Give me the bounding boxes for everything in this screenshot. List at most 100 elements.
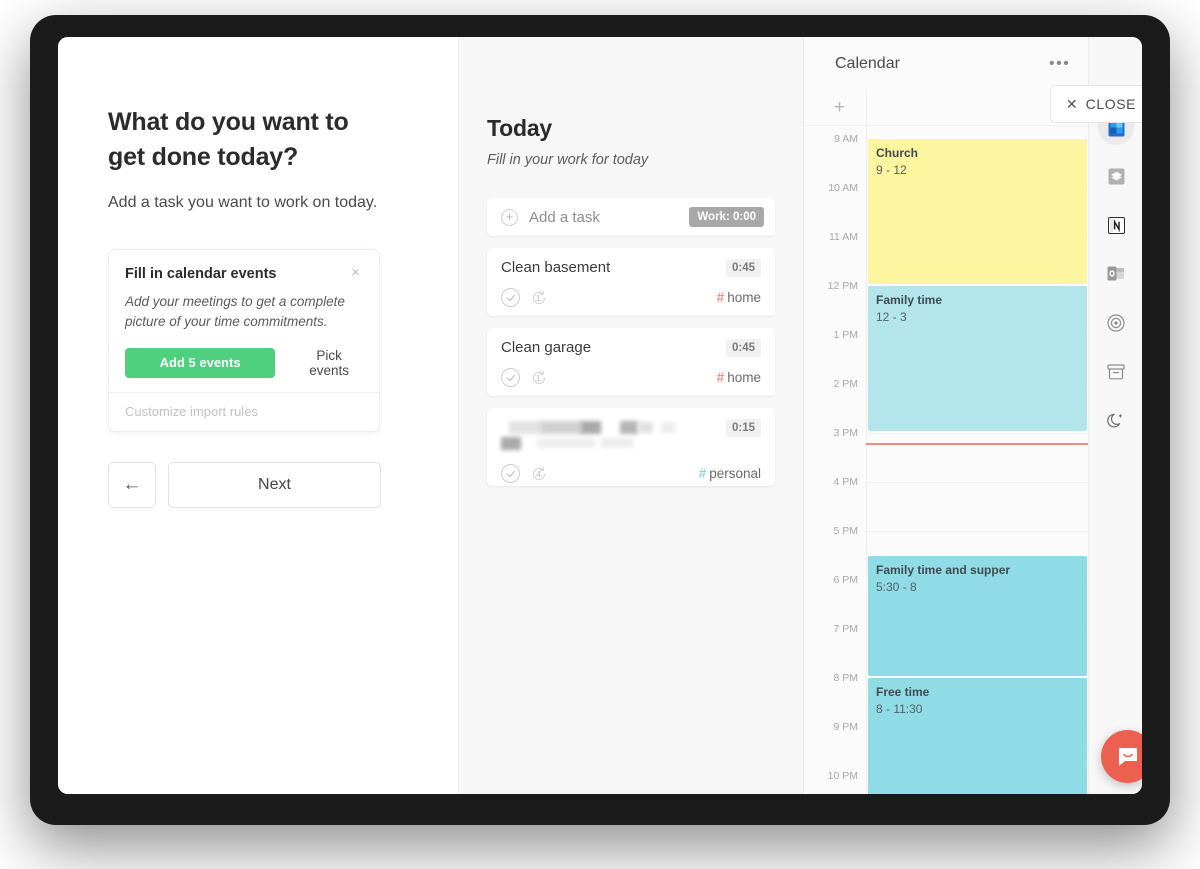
calendar-event-title: Family time and supper	[876, 562, 1011, 577]
task-meta: 1 # home	[501, 288, 761, 307]
hour-label: 10 PM	[827, 770, 858, 782]
grid-divider	[866, 126, 867, 794]
task-meta-left: 1	[501, 288, 548, 307]
task-meta-left: 4	[501, 464, 548, 483]
today-subtitle: Fill in your work for today	[487, 152, 649, 168]
svg-text:1: 1	[536, 294, 541, 303]
calendar-title: Calendar	[835, 55, 900, 72]
add-task-label: Add a task	[529, 208, 600, 226]
svg-text:4: 4	[536, 470, 541, 479]
repeat-count-icon[interactable]: 1	[530, 289, 548, 307]
calendar-grid[interactable]: 9 AM 10 AM 11 AM 12 PM 1 PM 2 PM 3 PM 4 PM 5 PM 6…	[804, 126, 1088, 794]
calendar-event-time: 8 - 11:30	[876, 702, 923, 716]
task-header: Clean basement 0:45	[501, 259, 761, 277]
task-row[interactable]: 0:15 4 # personal	[487, 408, 775, 486]
hour-label: 11 AM	[829, 231, 858, 243]
add-task-row[interactable]: + Add a task Work: 0:00	[487, 198, 775, 236]
hour-label: 5 PM	[833, 525, 858, 537]
hour-label: 6 PM	[833, 574, 858, 586]
archive-icon[interactable]	[1102, 358, 1130, 386]
hash-icon: #	[698, 466, 707, 481]
onboarding-nav: ← Next	[108, 461, 458, 508]
hash-icon: #	[716, 370, 725, 385]
hour-label: 4 PM	[833, 476, 858, 488]
calendar-event-title: Family time	[876, 293, 943, 307]
pick-events-button[interactable]: Pick events	[295, 348, 363, 378]
onboarding-panel: What do you want to get done today? Add …	[58, 37, 458, 794]
hour-label: 2 PM	[833, 378, 858, 390]
add-event-icon[interactable]: +	[834, 97, 845, 119]
layers-icon[interactable]	[1102, 162, 1130, 190]
next-button[interactable]: Next	[168, 461, 381, 508]
hour-gridline	[866, 433, 1088, 434]
close-button[interactable]: ✕ CLOSE	[1050, 85, 1142, 123]
task-duration: 0:45	[725, 259, 761, 277]
calendar-event-time: 12 - 3	[876, 310, 907, 324]
hour-label: 9 PM	[833, 721, 858, 733]
calendar-panel: Calendar ••• + 9 AM 10 AM 11 AM 12 PM 1 PM 2 …	[803, 37, 1088, 794]
hour-label: 7 PM	[833, 623, 858, 635]
import-card-actions: Add 5 events Pick events	[125, 347, 363, 378]
hour-label: 3 PM	[833, 427, 858, 439]
hour-label: 9 AM	[834, 133, 858, 145]
add-events-button[interactable]: Add 5 events	[125, 347, 276, 378]
app-window: What do you want to get done today? Add …	[58, 37, 1142, 794]
import-card-title: Fill in calendar events	[125, 266, 277, 282]
hour-label: 12 PM	[827, 280, 858, 292]
integrations-rail	[1088, 37, 1142, 794]
repeat-count-icon[interactable]: 4	[530, 465, 548, 483]
add-task-left: + Add a task	[501, 208, 600, 226]
close-button-label: CLOSE	[1085, 96, 1137, 112]
task-title-redacted	[501, 419, 701, 450]
outlook-icon[interactable]	[1102, 260, 1130, 288]
close-icon: ✕	[1065, 95, 1078, 112]
hour-label: 10 AM	[828, 182, 858, 194]
page-subtitle: Add a task you want to work on today.	[108, 194, 378, 211]
hash-icon: #	[716, 290, 725, 305]
calendar-event[interactable]: Free time 8 - 11:30	[868, 678, 1087, 794]
today-panel: Today Fill in your work for today + Add …	[458, 37, 803, 794]
calendar-event-time: 9 - 12	[876, 163, 907, 177]
calendar-add-row: +	[804, 89, 1088, 126]
task-row[interactable]: Clean garage 0:45 1 # home	[487, 328, 775, 396]
task-title: Clean basement	[501, 259, 611, 276]
task-tag[interactable]: # personal	[699, 466, 761, 481]
task-tag[interactable]: # home	[717, 290, 761, 305]
task-header: 0:15	[501, 419, 761, 450]
check-circle-icon[interactable]	[501, 464, 520, 483]
calendar-event[interactable]: Family time and supper 5:30 - 8	[868, 555, 1087, 676]
task-title: Clean garage	[501, 339, 592, 356]
more-options-icon[interactable]: •••	[1049, 55, 1070, 73]
task-tag[interactable]: # home	[717, 370, 761, 385]
back-button[interactable]: ←	[108, 461, 156, 508]
task-tag-label: personal	[709, 466, 761, 481]
repeat-count-icon[interactable]: 1	[530, 369, 548, 387]
moon-icon[interactable]	[1102, 407, 1130, 435]
calendar-header: Calendar •••	[804, 37, 1088, 89]
calendar-event-time: 5:30 - 8	[876, 579, 917, 594]
task-meta: 4 # personal	[501, 464, 761, 483]
today-title: Today	[487, 115, 553, 141]
svg-text:1: 1	[536, 374, 541, 383]
target-icon[interactable]	[1102, 309, 1130, 337]
task-header: Clean garage 0:45	[501, 339, 761, 357]
page-title: What do you want to get done today?	[108, 108, 349, 171]
task-tag-label: home	[727, 370, 761, 385]
calendar-event-title: Free time	[876, 685, 930, 699]
hour-gridline	[866, 531, 1088, 532]
task-duration: 0:15	[725, 419, 761, 437]
customize-import-rules-link[interactable]: Customize import rules	[109, 391, 379, 431]
calendar-event[interactable]: Family time 12 - 3	[868, 286, 1087, 431]
plus-icon: +	[501, 208, 518, 226]
calendar-event[interactable]: Church 9 - 12	[868, 139, 1087, 284]
task-row[interactable]: Clean basement 0:45 1 # home	[487, 248, 775, 316]
task-duration: 0:45	[725, 339, 761, 357]
check-circle-icon[interactable]	[501, 288, 520, 307]
close-icon[interactable]: ×	[348, 265, 363, 281]
check-circle-icon[interactable]	[501, 368, 520, 387]
import-card-description: Add your meetings to get a complete pict…	[125, 294, 345, 330]
hour-label: 1 PM	[833, 329, 858, 341]
notion-icon[interactable]	[1102, 211, 1130, 239]
hour-label: 8 PM	[833, 672, 858, 684]
chat-bubble-icon	[1118, 747, 1137, 766]
